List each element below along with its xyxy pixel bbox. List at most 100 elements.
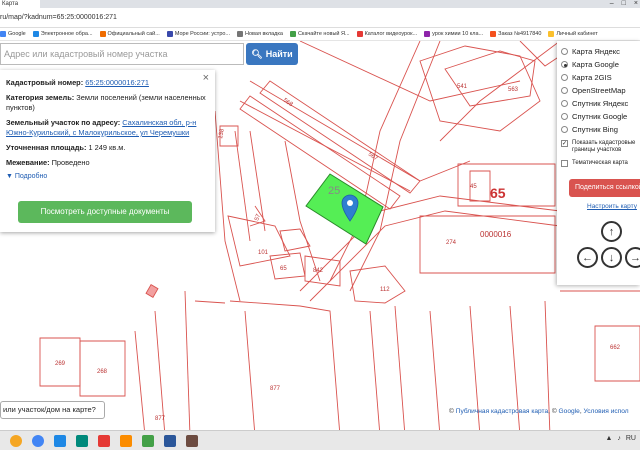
small-parcel-marker [145,284,159,298]
maximize-icon[interactable]: □ [622,0,626,8]
bookmark-item[interactable]: Море России: устро... [166,31,230,37]
arrow-right-icon: → [630,251,640,264]
layer-option[interactable]: OpenStreetMap [561,84,636,97]
map-label: 877 [155,416,166,422]
radio-empty-icon [561,113,568,120]
bookmarks-bar: Google Электронное обра... Официальный сай… [0,28,640,41]
thematic-map-checkbox[interactable]: Тематическая карта [561,160,636,167]
network-icon[interactable]: ▲ [605,435,612,442]
minimize-icon[interactable]: – [610,0,614,8]
radio-empty-icon [561,100,568,107]
parcel-541 [419,45,541,132]
terms-link[interactable]: Условия испол [583,408,628,415]
checkbox-empty-icon [561,160,568,167]
setup-map-link[interactable]: Настроить карту [587,203,637,210]
pkk-link[interactable]: Публичная кадастровая карта [456,408,548,415]
cadastral-number-row: Кадастровый номер: 65:25:0000016:271 [6,78,149,87]
app-icon[interactable] [142,434,154,447]
volume-icon[interactable]: ♪ [617,435,621,442]
map-layers-panel: Карта Яндекс Карта Google Карта 2GIS OpenSt… [557,41,640,285]
caret-down-icon: ▼ [6,173,13,180]
cadastral-number-link[interactable]: 65:25:0000016:271 [85,78,149,87]
pan-up-button[interactable]: ↑ [601,221,622,242]
details-toggle[interactable]: ▼ Подробно [6,172,209,182]
parcel-boundary [249,80,471,182]
bookmark-item[interactable]: урок химии 10 кла... [424,31,483,37]
favicon-icon [490,31,497,37]
radio-selected-icon [561,61,568,68]
search-button[interactable]: 🔍︎ Найти [246,43,298,65]
road-line [439,41,561,142]
search-input[interactable]: Адрес или кадастровый номер участка [0,43,244,65]
app-icon[interactable] [120,434,132,447]
url-text[interactable]: ru/map/?kadnum=65:25:0000016:271 [0,12,117,24]
radio-empty-icon [561,48,568,55]
word-icon[interactable] [164,434,176,447]
map-label: 101 [258,250,269,256]
app-icon[interactable] [186,434,198,447]
map-label: 112 [380,287,390,293]
copyright-icon: © [449,408,454,415]
map-label: 65 [280,266,287,272]
address-row: Земельный участок по адресу: Сахалинская… [6,118,197,137]
language-indicator[interactable]: RU [626,435,636,442]
bookmark-item[interactable]: Личный кабинет [548,31,598,37]
pan-left-button[interactable]: ← [577,247,598,268]
question-prompt[interactable]: или участок/дом на карте? [0,401,105,419]
area-row: Уточненная площадь: 1 249 кв.м. [6,143,126,152]
map-label: 563 [508,87,519,93]
layer-option[interactable]: Карта Google [561,58,636,71]
browser-tab[interactable]: Карта [0,0,40,8]
map-label: 45 [470,184,477,190]
survey-row: Межевание: Проведено [6,158,90,167]
pan-right-button[interactable]: → [625,247,640,268]
show-boundaries-checkbox[interactable]: ✓ Показать кадастровые границы участков [561,140,636,154]
screen: Карта – □ × ru/map/?kadnum=65:25:0000016… [0,0,640,450]
close-icon[interactable]: × [203,73,209,84]
bookmark-item[interactable]: Официальный сай... [99,31,160,37]
checkbox-checked-icon: ✓ [561,140,568,147]
app-icon[interactable] [76,434,88,447]
copyright-icon: © [551,408,557,415]
map-label: 0000016 [480,230,512,239]
map-label: 25 [328,185,340,197]
favicon-icon [166,31,173,37]
map-label: 138 [218,128,226,140]
layer-option[interactable]: Спутник Bing [561,123,636,136]
favicon-icon [424,31,431,37]
parcel-boundary [244,310,255,430]
layer-option[interactable]: Спутник Google [561,110,636,123]
layer-option[interactable]: Карта 2GIS [561,71,636,84]
app-icon[interactable] [54,434,66,447]
favicon-icon [356,31,363,37]
bookmark-item[interactable]: Каталог видеоурок... [356,31,417,37]
map-label: 662 [610,345,621,351]
favicon-icon [548,31,555,37]
arrow-down-icon: ↓ [608,251,615,264]
bookmark-item[interactable]: Google [0,31,26,37]
parcel-boundary [519,41,561,67]
browser-tab-strip: Карта – □ × [0,0,640,8]
bookmark-item[interactable]: Скачайте новый Я... [289,31,350,37]
bookmark-item[interactable]: Заказ №4917840 [490,31,541,37]
share-link-button[interactable]: Поделиться ссылкой [569,179,640,197]
parcel-boundary [369,310,380,430]
view-documents-button[interactable]: Посмотреть доступные документы [18,201,192,223]
app-icon[interactable] [98,434,110,447]
google-link[interactable]: Google [559,408,580,415]
pan-down-button[interactable]: ↓ [601,247,622,268]
parcel-boundary [184,290,191,430]
parcel-101 [227,215,291,267]
parcel-877 [229,300,340,430]
bookmark-item[interactable]: Электронное обра... [32,31,93,37]
favicon-icon [237,31,244,37]
firefox-icon[interactable] [10,434,22,447]
address-bar[interactable]: ru/map/?kadnum=65:25:0000016:271 [0,8,640,28]
close-window-icon[interactable]: × [634,0,638,8]
os-taskbar: ▲ ♪ RU [0,430,640,450]
chrome-icon[interactable] [32,434,44,447]
layer-option[interactable]: Карта Яндекс [561,45,636,58]
bookmark-item[interactable]: Новая вкладка [237,31,283,37]
map-label: 57 [254,213,262,222]
layer-option[interactable]: Спутник Яндекс [561,97,636,110]
